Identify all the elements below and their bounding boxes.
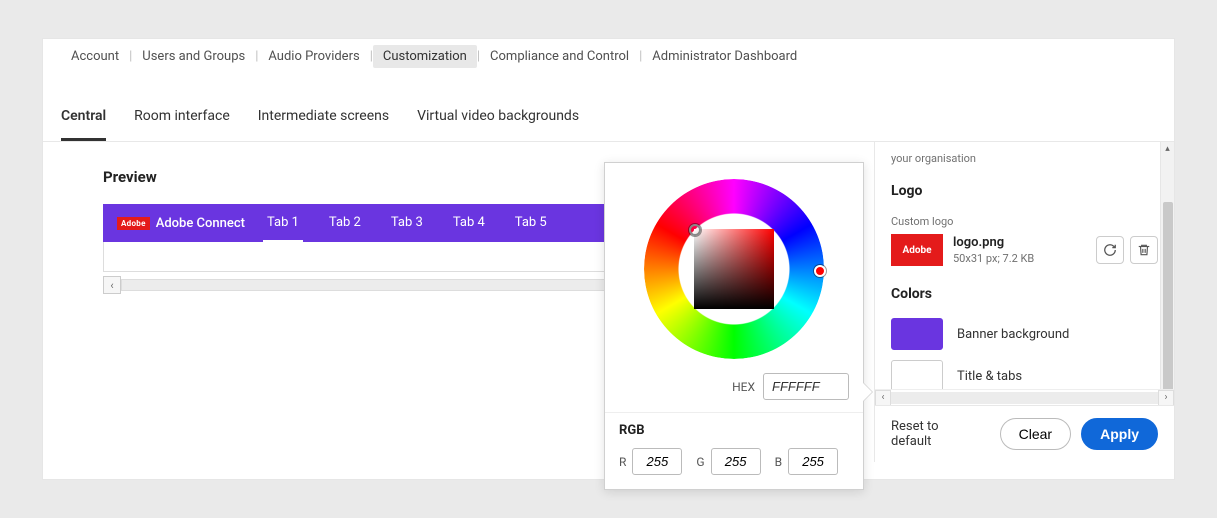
- custom-logo-label: Custom logo: [891, 215, 1158, 228]
- refresh-icon: [1103, 243, 1117, 257]
- hex-input[interactable]: [763, 373, 849, 400]
- sidebar-hscroll[interactable]: ‹ ›: [875, 389, 1174, 405]
- trash-icon: [1137, 243, 1151, 257]
- sub-nav: Central Room interface Intermediate scre…: [43, 74, 1174, 142]
- logo-thumbnail: Adobe: [891, 234, 943, 266]
- b-label: B: [775, 455, 782, 469]
- org-hint: your organisation: [891, 152, 1158, 165]
- sidebar-hscroll-track[interactable]: [891, 392, 1158, 404]
- topnav-customization[interactable]: Customization: [373, 45, 477, 68]
- rgb-heading: RGB: [619, 423, 849, 438]
- subnav-room-interface[interactable]: Room interface: [134, 108, 230, 141]
- b-input[interactable]: [788, 448, 838, 475]
- delete-logo-button[interactable]: [1130, 236, 1158, 264]
- banner-tab-4[interactable]: Tab 4: [449, 205, 489, 242]
- sidebar-footer: Reset to default Clear Apply: [875, 405, 1174, 462]
- hscroll-left-icon[interactable]: ‹: [103, 276, 121, 294]
- label-banner-bg: Banner background: [957, 327, 1069, 342]
- hex-label: HEX: [732, 380, 755, 394]
- banner-tab-5[interactable]: Tab 5: [511, 205, 551, 242]
- g-input[interactable]: [711, 448, 761, 475]
- vscroll-thumb[interactable]: [1163, 202, 1173, 389]
- logo-filename: logo.png: [953, 235, 1034, 250]
- topnav-users-groups[interactable]: Users and Groups: [132, 45, 255, 68]
- sidebar-vscroll[interactable]: ▴: [1160, 142, 1174, 389]
- sv-box[interactable]: [694, 229, 774, 309]
- r-label: R: [619, 455, 626, 469]
- topnav-admin-dashboard[interactable]: Administrator Dashboard: [642, 45, 807, 68]
- top-nav: Account| Users and Groups| Audio Provide…: [43, 39, 1174, 74]
- color-row-title-tabs: Title & tabs: [891, 360, 1158, 389]
- swatch-title-tabs[interactable]: [891, 360, 943, 389]
- topnav-compliance[interactable]: Compliance and Control: [480, 45, 639, 68]
- scroll-up-icon[interactable]: ▴: [1161, 142, 1174, 156]
- topnav-account[interactable]: Account: [61, 45, 129, 68]
- sidebar-hscroll-right-icon[interactable]: ›: [1158, 390, 1174, 406]
- g-label: G: [696, 455, 704, 469]
- logo-row: Adobe logo.png 50x31 px; 7.2 KB: [891, 234, 1158, 266]
- r-input[interactable]: [632, 448, 682, 475]
- reset-default-link[interactable]: Reset to default: [891, 419, 980, 449]
- banner-tabs: Tab 1 Tab 2 Tab 3 Tab 4 Tab 5: [263, 205, 551, 242]
- subnav-central[interactable]: Central: [61, 108, 106, 141]
- sv-handle[interactable]: [689, 224, 701, 236]
- apply-button[interactable]: Apply: [1081, 418, 1158, 450]
- adobe-logo-mark: Adobe: [117, 217, 150, 230]
- logo-meta: logo.png 50x31 px; 7.2 KB: [953, 235, 1034, 265]
- color-picker-popover: HEX RGB R G B: [604, 162, 864, 490]
- settings-sidebar: your organisation Logo Custom logo Adobe…: [874, 142, 1174, 462]
- sidebar-hscroll-left-icon[interactable]: ‹: [875, 390, 891, 406]
- color-wheel-wrap[interactable]: [644, 179, 824, 359]
- refresh-logo-button[interactable]: [1096, 236, 1124, 264]
- banner-title: Adobe Connect: [156, 216, 245, 231]
- subnav-intermediate[interactable]: Intermediate screens: [258, 108, 389, 141]
- hue-handle[interactable]: [814, 265, 826, 277]
- banner-tab-3[interactable]: Tab 3: [387, 205, 427, 242]
- swatch-banner-bg[interactable]: [891, 318, 943, 350]
- banner-tab-2[interactable]: Tab 2: [325, 205, 365, 242]
- topnav-audio-providers[interactable]: Audio Providers: [258, 45, 369, 68]
- popover-caret-icon: [863, 383, 872, 401]
- logo-dimensions: 50x31 px; 7.2 KB: [953, 252, 1034, 265]
- label-title-tabs: Title & tabs: [957, 369, 1022, 384]
- banner-tab-1[interactable]: Tab 1: [263, 205, 303, 242]
- subnav-virtual-bg[interactable]: Virtual video backgrounds: [417, 108, 579, 141]
- sidebar-scroll: your organisation Logo Custom logo Adobe…: [875, 142, 1174, 389]
- colors-heading: Colors: [891, 286, 1158, 302]
- color-row-banner-bg: Banner background: [891, 318, 1158, 350]
- logo-heading: Logo: [891, 183, 1158, 199]
- clear-button[interactable]: Clear: [1000, 418, 1071, 450]
